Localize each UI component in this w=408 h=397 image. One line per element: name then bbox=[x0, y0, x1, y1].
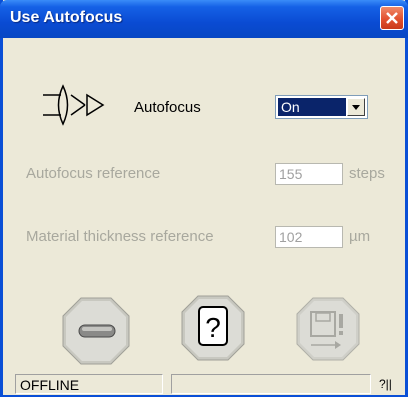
svg-text:?: ? bbox=[205, 312, 221, 343]
close-button[interactable] bbox=[380, 6, 404, 30]
material-thickness-unit: µm bbox=[349, 228, 371, 245]
status-state: OFFLINE bbox=[15, 374, 163, 394]
autofocus-reference-unit: steps bbox=[349, 165, 385, 182]
close-icon bbox=[386, 12, 398, 24]
window-title: Use Autofocus bbox=[10, 9, 123, 26]
title-bar[interactable]: Use Autofocus bbox=[0, 0, 408, 38]
autofocus-label: Autofocus bbox=[134, 99, 201, 116]
autofocus-select[interactable]: On bbox=[275, 95, 368, 119]
status-trailing: ?|| bbox=[379, 377, 392, 391]
save-button[interactable] bbox=[295, 296, 361, 362]
autofocus-reference-field[interactable]: 155 bbox=[275, 163, 343, 185]
autofocus-dialog: Use Autofocus Autofocus On Autofocus ref… bbox=[0, 0, 408, 397]
chevron-down-icon[interactable] bbox=[347, 98, 365, 116]
minus-button[interactable] bbox=[61, 296, 131, 366]
autofocus-select-value: On bbox=[278, 98, 346, 116]
autofocus-reference-label: Autofocus reference bbox=[26, 165, 161, 182]
status-message bbox=[171, 374, 371, 394]
material-thickness-label: Material thickness reference bbox=[26, 228, 214, 245]
status-bar: OFFLINE ?|| bbox=[3, 372, 405, 395]
material-thickness-field[interactable]: 102 bbox=[275, 226, 343, 248]
lens-icon bbox=[43, 84, 105, 126]
help-button[interactable]: ? bbox=[180, 294, 246, 362]
